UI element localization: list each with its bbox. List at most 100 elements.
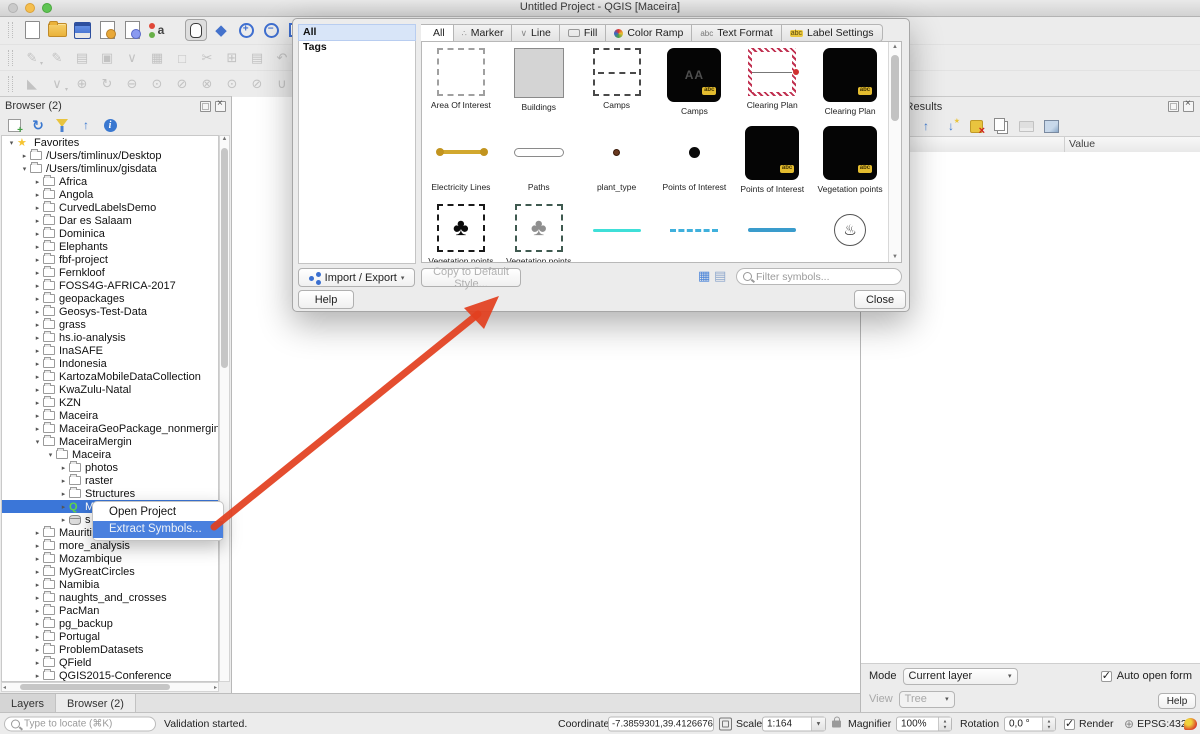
expander-icon[interactable] (45, 451, 56, 459)
locate-search-input[interactable]: Type to locate (⌘K) (4, 717, 156, 732)
context-menu-item[interactable]: Extract Symbols... (93, 521, 223, 538)
expander-icon[interactable] (32, 633, 43, 641)
tree-item[interactable]: /Users/timlinux/gisdata (2, 162, 218, 175)
expander-icon[interactable] (32, 308, 43, 316)
identify-toolbar-icon[interactable] (1041, 116, 1061, 136)
expander-icon[interactable] (32, 386, 43, 394)
tree-vertical-scrollbar[interactable]: ▲ (219, 135, 230, 682)
toolbar-icon[interactable] (221, 47, 243, 69)
expander-icon[interactable] (32, 282, 43, 290)
expander-icon[interactable] (32, 360, 43, 368)
magnifier-stepper[interactable]: 100% ▲▼ (896, 717, 952, 732)
context-menu-item[interactable]: Open Project (93, 504, 223, 521)
identify-help-button[interactable]: Help (1158, 693, 1196, 709)
symbol-item[interactable]: Vegetation points Trees without image (500, 202, 578, 262)
toolbar-icon[interactable] (21, 47, 43, 69)
expander-icon[interactable] (19, 152, 30, 160)
toolbar-icon[interactable] (46, 73, 68, 95)
toolbar-icon[interactable] (121, 47, 143, 69)
toolbar-icon[interactable] (121, 73, 143, 95)
toolbar-icon[interactable] (46, 47, 68, 69)
render-checkbox[interactable] (1064, 719, 1075, 730)
toolbar-icon[interactable] (260, 19, 282, 41)
symbol-item[interactable]: plant_type (578, 124, 656, 202)
tree-item[interactable]: Elephants (2, 240, 218, 253)
toolbar-icon[interactable] (146, 47, 168, 69)
toolbar-icon[interactable] (21, 19, 43, 41)
identify-toolbar-icon[interactable] (916, 116, 936, 136)
tree-item[interactable]: Dominica (2, 227, 218, 240)
dialog-tab[interactable]: Fill (560, 24, 606, 42)
toolbar-icon[interactable] (71, 19, 93, 41)
browser-toolbar-icon[interactable] (28, 115, 48, 135)
toolbar-icon[interactable] (221, 73, 243, 95)
expander-icon[interactable] (32, 256, 43, 264)
tree-item[interactable]: hs.io-analysis (2, 331, 218, 344)
close-panel-icon[interactable] (215, 101, 226, 112)
tree-item[interactable]: pg_backup (2, 617, 218, 630)
symbol-item[interactable]: Clearing Plan (811, 46, 889, 124)
toolbar-icon[interactable] (271, 47, 293, 69)
browser-toolbar-icon[interactable] (76, 115, 96, 135)
expander-icon[interactable] (32, 672, 43, 680)
expander-icon[interactable] (19, 165, 30, 173)
expander-icon[interactable] (32, 607, 43, 615)
float-panel-icon[interactable] (1168, 101, 1179, 112)
expander-icon[interactable] (32, 581, 43, 589)
coordinate-input[interactable]: -7.3859301,39.4126676 (608, 717, 714, 732)
browser-toolbar-icon[interactable] (100, 115, 120, 135)
icon-view-toggle[interactable]: ▦ (698, 269, 710, 282)
stepper-arrows-icon[interactable]: ▲▼ (1042, 718, 1055, 731)
toolbar-icon[interactable] (146, 73, 168, 95)
expander-icon[interactable] (32, 334, 43, 342)
toolbar-icon[interactable] (271, 73, 293, 95)
toolbar-icon[interactable] (185, 19, 207, 41)
expander-icon[interactable] (32, 620, 43, 628)
dialog-close-button[interactable]: Close (854, 290, 906, 309)
tree-item[interactable]: naughts_and_crosses (2, 591, 218, 604)
tree-item[interactable]: Dar es Salaam (2, 214, 218, 227)
dialog-tab[interactable]: Text Format (692, 24, 781, 42)
expander-icon[interactable] (32, 594, 43, 602)
expander-icon[interactable] (32, 321, 43, 329)
tree-item[interactable]: Africa (2, 175, 218, 188)
copy-to-default-style-button[interactable]: Copy to Default Style... (421, 268, 521, 287)
toolbar-icon[interactable] (96, 47, 118, 69)
browser-toolbar-icon[interactable] (52, 115, 72, 135)
import-export-button[interactable]: Import / Export ▾ (298, 268, 415, 287)
dialog-tab[interactable]: All (421, 24, 454, 42)
toolbar-icon[interactable] (121, 19, 143, 41)
stepper-arrows-icon[interactable]: ▲▼ (938, 718, 951, 731)
expander-icon[interactable] (58, 477, 69, 485)
tree-item[interactable]: Angola (2, 188, 218, 201)
expander-icon[interactable] (32, 217, 43, 225)
tree-horizontal-scrollbar[interactable]: ◂▸ (1, 682, 219, 692)
symbol-item[interactable]: Buildings (500, 46, 578, 124)
toolbar-icon[interactable] (146, 19, 168, 41)
toolbar-icon[interactable] (246, 47, 268, 69)
symbol-item[interactable]: Electricity Lines (422, 124, 500, 202)
symbol-item[interactable]: Water Lines Irrigation line (656, 202, 734, 262)
expander-icon[interactable] (58, 464, 69, 472)
toolbar-icon[interactable] (96, 73, 118, 95)
float-panel-icon[interactable] (200, 101, 211, 112)
mode-select[interactable]: Current layer ▾ (903, 668, 1018, 685)
panel-tab[interactable]: Layers (0, 694, 56, 713)
tree-item[interactable]: Geosys-Test-Data (2, 305, 218, 318)
dialog-tab[interactable]: Color Ramp (606, 24, 692, 42)
filter-symbols-input[interactable]: Filter symbols... (736, 268, 902, 285)
tree-item[interactable]: Fernkloof (2, 266, 218, 279)
dialog-tab[interactable]: Label Settings (782, 24, 883, 42)
toolbar-icon[interactable] (196, 47, 218, 69)
tree-item[interactable]: QField (2, 656, 218, 669)
identify-toolbar-icon[interactable] (991, 116, 1011, 136)
tree-item[interactable]: MyGreatCircles (2, 565, 218, 578)
tree-item[interactable]: Indonesia (2, 357, 218, 370)
symbol-item[interactable]: Vegetation points Trees with image (422, 202, 500, 262)
symbol-item[interactable]: Vegetation points (811, 124, 889, 202)
dialog-tab[interactable]: Marker (454, 24, 513, 42)
symbol-item[interactable]: Clearing Plan (733, 46, 811, 124)
tree-item[interactable]: QGIS2015-Conference (2, 669, 218, 682)
tree-item[interactable]: photos (2, 461, 218, 474)
expander-icon[interactable] (32, 529, 43, 537)
